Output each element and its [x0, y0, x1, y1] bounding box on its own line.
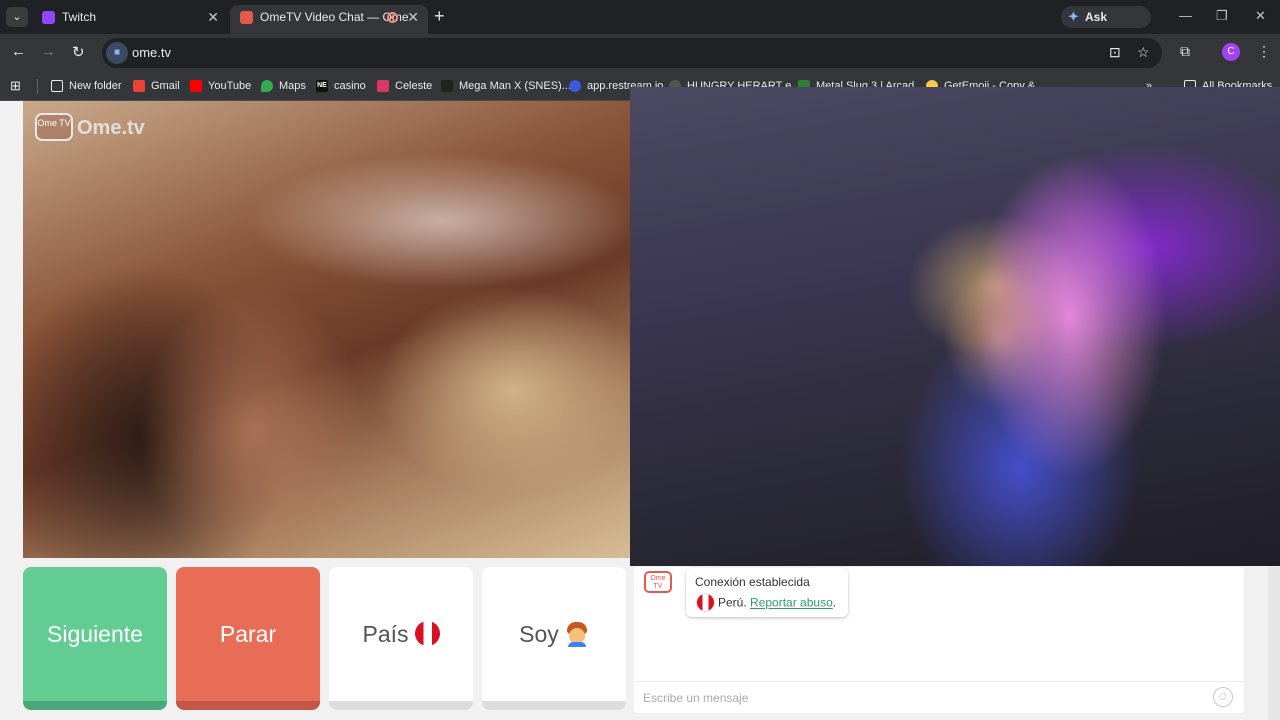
bookmark-youtube[interactable]: YouTube [190, 77, 251, 95]
close-icon[interactable]: ✕ [207, 5, 219, 30]
partner-video: Ome TV Ome.tv [23, 101, 630, 558]
celeste-icon [377, 80, 389, 92]
logo-wordmark: Ome.tv [77, 117, 145, 139]
chat-input-row: ☺ [634, 681, 1244, 713]
youtube-icon [190, 80, 202, 92]
bookmark-label: New folder [69, 80, 122, 92]
next-button[interactable]: Siguiente [23, 567, 167, 710]
report-suffix: . [832, 595, 837, 610]
forward-icon[interactable]: → [41, 43, 56, 60]
stop-button[interactable]: Parar [176, 567, 320, 710]
peru-flag-icon [414, 621, 440, 647]
partner-country-line: Perú. Reportar abuso. [697, 594, 837, 612]
twitch-icon [42, 11, 55, 24]
bookmark-celeste[interactable]: Celeste [377, 77, 432, 95]
gender-button[interactable]: Soy [482, 567, 626, 710]
profile-avatar[interactable]: C [1222, 43, 1240, 61]
bookmark-label: Celeste [395, 80, 433, 92]
extensions-icon[interactable]: ⧉ [1180, 43, 1190, 60]
restream-icon [569, 80, 581, 92]
folder-icon [51, 80, 63, 92]
report-abuse-link[interactable]: Reportar abuso [750, 596, 833, 610]
ask-gemini-button[interactable]: ✦ Ask Gemini [1061, 6, 1151, 46]
stop-button-label: Parar [219, 621, 277, 647]
tab-title: Twitch [62, 10, 97, 24]
bookmark-maps[interactable]: Maps [261, 77, 306, 95]
country-button[interactable]: País [329, 567, 473, 710]
gmail-icon [133, 80, 145, 92]
divider [37, 79, 38, 94]
bookmark-gmail[interactable]: Gmail [133, 77, 180, 95]
bookmark-label: casino [334, 80, 366, 92]
apps-icon[interactable]: ⊞ [10, 78, 21, 94]
bookmark-new-folder[interactable]: New folder [51, 77, 122, 95]
ometv-page: Ome TV Ome.tv Siguiente Parar País Soy O… [0, 87, 1280, 720]
camera-icon[interactable]: ■ [106, 42, 128, 64]
tab-twitch[interactable]: Twitch ✕ [32, 5, 228, 34]
browser-toolbar: ← → ↻ ■ ome.tv ⊡ ☆ ⧉ C ⋮ [0, 34, 1280, 72]
window-close-icon[interactable]: ✕ [1255, 8, 1266, 24]
menu-icon[interactable]: ⋮ [1257, 43, 1271, 60]
peru-flag-icon [697, 594, 714, 611]
next-button-label: Siguiente [47, 621, 143, 647]
address-bar[interactable]: ■ ome.tv ⊡ ☆ [102, 38, 1162, 68]
new-tab-button[interactable]: + [434, 6, 445, 27]
tv-logo-icon: Ome TV [35, 113, 73, 141]
scrollbar[interactable] [1268, 567, 1280, 720]
connection-status: Conexión establecida [695, 575, 810, 589]
message-input[interactable] [643, 687, 1203, 709]
tab-ometv[interactable]: OmeTV Video Chat — Ome ✕ [230, 5, 428, 34]
gemini-icon: ✦ [1068, 9, 1079, 24]
bookmark-label: Gmail [151, 80, 180, 92]
system-message: Conexión establecida Perú. Reportar abus… [686, 568, 848, 617]
bookmark-megaman[interactable]: Mega Man X (SNES)... [441, 77, 571, 95]
chat-panel: Ome TV Conexión establecida Perú. Report… [634, 567, 1244, 713]
reload-icon[interactable]: ↻ [72, 43, 85, 61]
install-app-icon[interactable]: ⊡ [1109, 44, 1121, 61]
self-video [630, 87, 1280, 566]
ometv-icon [240, 11, 253, 24]
minimize-icon[interactable]: — [1179, 8, 1192, 23]
bookmark-label: Mega Man X (SNES)... [459, 80, 571, 92]
chat-ometv-icon: Ome TV [644, 571, 672, 593]
close-icon[interactable]: ✕ [407, 5, 419, 30]
back-icon[interactable]: ← [11, 43, 26, 60]
boy-emoji-icon [565, 621, 589, 647]
maps-icon [261, 80, 273, 92]
gender-button-label: Soy [519, 621, 559, 647]
country-button-label: País [362, 621, 409, 647]
browser-tab-bar: ⌄ Twitch ✕ OmeTV Video Chat — Ome ✕ + ✦ … [0, 0, 1280, 46]
restore-icon[interactable]: ❐ [1216, 8, 1228, 24]
ne-icon: NE [316, 80, 328, 92]
bookmark-star-icon[interactable]: ☆ [1137, 44, 1150, 61]
bookmark-label: Maps [279, 80, 306, 92]
url-text: ome.tv [132, 45, 172, 60]
megaman-icon [441, 80, 453, 92]
tab-search-button[interactable]: ⌄ [6, 7, 28, 27]
partner-country: Perú. [718, 595, 747, 610]
recording-icon [387, 12, 398, 23]
bookmark-label: YouTube [208, 80, 252, 92]
emoji-icon[interactable]: ☺ [1213, 687, 1233, 707]
bookmark-casino[interactable]: NE casino [316, 77, 366, 95]
